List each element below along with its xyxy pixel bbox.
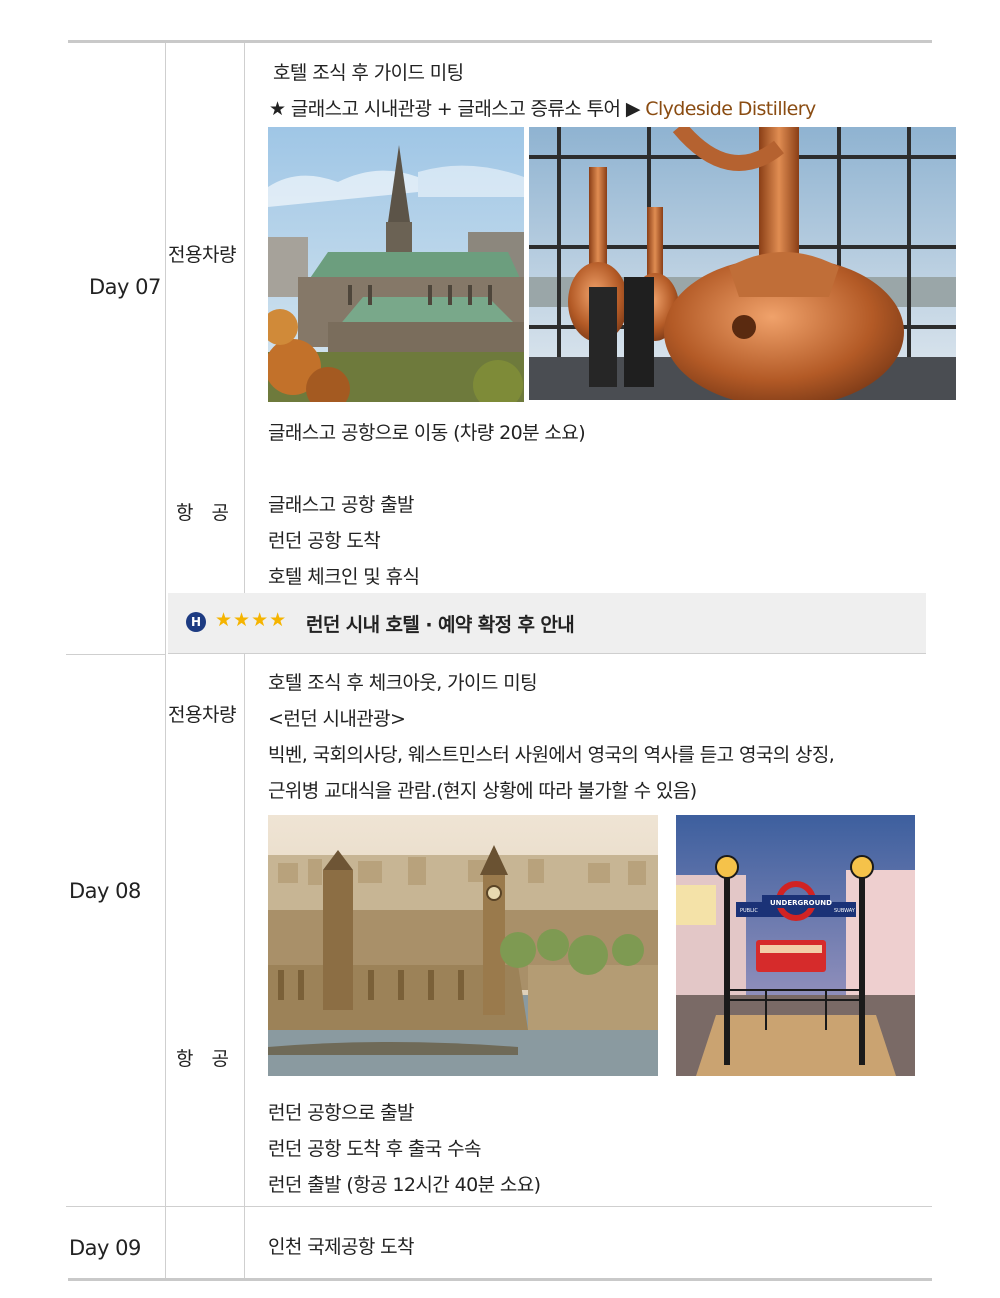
underground-sign-public: PUBLIC [740, 908, 758, 914]
column-divider-1 [165, 43, 166, 1280]
table-bottom-border [68, 1278, 932, 1281]
day07-line-bottom-4: 호텔 체크인 및 휴식 [268, 566, 420, 588]
row-divider-day08 [66, 1206, 932, 1207]
transport-car-08: 전용차량 [168, 704, 236, 726]
row-divider-day07 [66, 654, 166, 655]
hotel-stars: ★★★★ [215, 609, 288, 631]
day08-line-4: 근위병 교대식을 관람.(현지 상황에 따라 불가할 수 있음) [268, 780, 697, 802]
glasgow-cathedral-image [268, 127, 524, 402]
tour-highlight: Clydeside Distillery [645, 98, 816, 120]
day07-tour-line: ★ 글래스고 시내관광 + 글래스고 증류소 투어 ▶ Clydeside Di… [269, 94, 816, 121]
day-label-07: Day 07 [89, 275, 161, 299]
hotel-info-bar: H ★★★★ 런던 시내 호텔 · 예약 확정 후 안내 [168, 593, 926, 654]
day07-line-bottom-2: 글래스고 공항 출발 [268, 494, 415, 516]
day09-line-1: 인천 국제공항 도착 [268, 1236, 415, 1258]
day08-line-1: 호텔 조식 후 체크아웃, 가이드 미팅 [268, 672, 538, 694]
tour-star-text: ★ 글래스고 시내관광 + 글래스고 증류소 투어 [269, 98, 621, 120]
day08-line-2: <런던 시내관광> [268, 708, 406, 730]
transport-air-08: 항 공 [176, 1048, 229, 1070]
day08-line-bottom-1: 런던 공항으로 출발 [268, 1102, 415, 1124]
transport-car-07: 전용차량 [168, 244, 236, 266]
day07-line-1: 호텔 조식 후 가이드 미팅 [273, 62, 464, 84]
arrow-icon: ▶ [625, 98, 641, 120]
photo-underground: PUBLIC UNDERGROUND SUBWAY [676, 815, 915, 1076]
hotel-icon: H [186, 612, 206, 632]
distillery-stills-image [529, 127, 956, 400]
photo-glasgow-cathedral [268, 127, 524, 402]
transport-air-07: 항 공 [176, 502, 229, 524]
westminster-aerial-image [268, 815, 658, 1076]
photo-westminster [268, 815, 658, 1076]
day07-line-bottom-1: 글래스고 공항으로 이동 (차량 20분 소요) [268, 422, 586, 444]
column-divider-2a [244, 43, 245, 593]
piccadilly-underground-image: PUBLIC UNDERGROUND SUBWAY [676, 815, 915, 1076]
day07-line-bottom-3: 런던 공항 도착 [268, 530, 381, 552]
day08-line-bottom-2: 런던 공항 도착 후 출국 수속 [268, 1138, 481, 1160]
hotel-text: 런던 시내 호텔 · 예약 확정 후 안내 [306, 614, 575, 636]
underground-sign-subway: SUBWAY [834, 908, 856, 914]
underground-sign-main: UNDERGROUND [770, 899, 832, 907]
day-label-08: Day 08 [69, 879, 141, 903]
day08-line-3: 빅벤, 국회의사당, 웨스트민스터 사원에서 영국의 역사를 듣고 영국의 상징… [268, 744, 835, 766]
day08-line-bottom-3: 런던 출발 (항공 12시간 40분 소요) [268, 1174, 541, 1196]
photo-distillery [529, 127, 956, 400]
table-top-border [68, 40, 932, 43]
day-label-09: Day 09 [69, 1236, 141, 1260]
column-divider-2b [244, 654, 245, 1280]
